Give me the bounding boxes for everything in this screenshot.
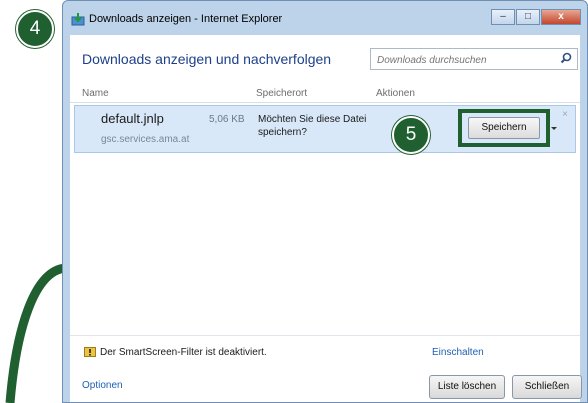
minimize-button[interactable]: – [491,9,515,25]
search-icon[interactable] [560,52,572,64]
smartscreen-status: Der SmartScreen-Filter ist deaktiviert. [84,346,267,358]
save-highlight-frame: Speichern [458,109,557,147]
close-button[interactable]: Schließen [512,375,582,399]
title-bar: Downloads anzeigen - Internet Explorer –… [63,1,587,35]
column-actions[interactable]: Aktionen [376,88,415,99]
maximize-button[interactable]: □ [516,9,540,25]
download-source: gsc.services.ama.at [101,134,190,145]
column-name[interactable]: Name [82,88,109,99]
dismiss-download-icon[interactable]: × [562,109,568,120]
enable-smartscreen-link[interactable]: Einschalten [432,347,484,358]
save-options-arrow-icon[interactable] [550,121,558,135]
step-5-badge: 5 [392,116,430,154]
window-title: Downloads anzeigen - Internet Explorer [89,13,283,25]
column-header: Name Speicherort Aktionen [70,87,580,103]
annotation-arc [5,263,67,403]
download-item[interactable]: default.jnlp 5,06 KB gsc.services.ama.at… [74,105,576,153]
window-controls: – □ x [491,9,581,25]
close-window-button[interactable]: x [541,9,581,25]
options-link[interactable]: Optionen [82,380,123,391]
download-app-icon [71,13,85,26]
smartscreen-warning-icon [84,347,96,357]
step-4-badge: 4 [16,10,54,48]
save-button[interactable]: Speichern [468,117,540,139]
download-size: 5,06 KB [209,114,245,125]
search-input[interactable] [375,50,559,70]
downloads-window: Downloads anzeigen - Internet Explorer –… [62,0,588,403]
download-message: Möchten Sie diese Datei speichern? [258,114,367,138]
clear-list-button[interactable]: Liste löschen [429,375,505,399]
footer-divider [70,335,580,336]
column-location[interactable]: Speicherort [256,88,307,99]
smartscreen-text: Der SmartScreen-Filter ist deaktiviert. [100,346,267,358]
downloads-panel: Downloads anzeigen und nachverfolgen Nam… [70,35,582,402]
download-filename: default.jnlp [101,111,164,126]
page-title: Downloads anzeigen und nachverfolgen [82,51,332,67]
search-box[interactable] [370,48,578,70]
